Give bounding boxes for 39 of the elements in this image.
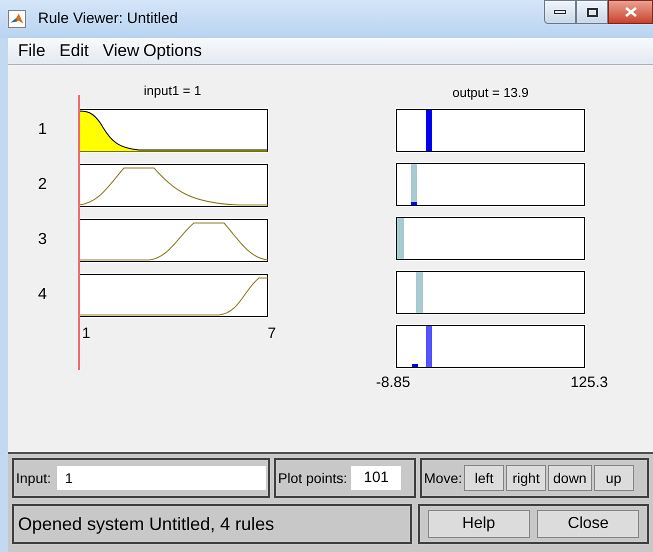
close-icon: [624, 7, 636, 17]
help-button[interactable]: Help: [428, 510, 530, 538]
output-bar: [426, 326, 432, 366]
output-bar: [411, 164, 417, 204]
axis-max-label: 125.3: [570, 372, 608, 392]
minimize-button[interactable]: [544, 0, 576, 24]
rule-number: 3: [37, 230, 48, 250]
axis-min-label: 1: [82, 324, 90, 344]
plot-points-label: Plot points:: [278, 468, 348, 488]
axis-max-label: 7: [268, 324, 276, 344]
close-button[interactable]: Close: [537, 510, 640, 538]
app-logo-icon: [8, 10, 26, 28]
rule-number: 4: [37, 285, 48, 305]
move-button[interactable]: right: [506, 465, 546, 491]
move-button[interactable]: up: [594, 465, 634, 491]
move-button[interactable]: down: [548, 465, 592, 491]
close-window-button[interactable]: [608, 0, 653, 24]
input-label: Input:: [16, 468, 52, 488]
plot-points-field[interactable]: 101: [351, 466, 402, 490]
rule-number: 1: [37, 120, 48, 140]
input-plot-title: input1 = 1: [144, 82, 202, 100]
maximize-button[interactable]: [576, 0, 608, 24]
move-button[interactable]: left: [464, 465, 504, 491]
menu-item[interactable]: Edit: [59, 38, 89, 64]
input-field[interactable]: 1: [57, 466, 266, 490]
menu-item[interactable]: Options: [143, 38, 202, 64]
axis-min-label: -8.85: [376, 372, 410, 392]
window-title: Rule Viewer: Untitled: [38, 8, 178, 29]
output-bar: [416, 272, 423, 312]
menu-item[interactable]: File: [18, 38, 46, 64]
output-bar: [426, 110, 432, 150]
output-plot-title: output = 13.9: [452, 84, 529, 102]
output-bar-mark: [411, 202, 417, 204]
move-label: Move:: [424, 468, 462, 488]
status-text: Opened system Untitled, 4 rules: [18, 512, 274, 536]
output-bar-mark: [412, 364, 418, 366]
menu-item[interactable]: View: [102, 38, 140, 64]
output-bar: [397, 218, 404, 258]
rule-number: 2: [37, 175, 48, 195]
